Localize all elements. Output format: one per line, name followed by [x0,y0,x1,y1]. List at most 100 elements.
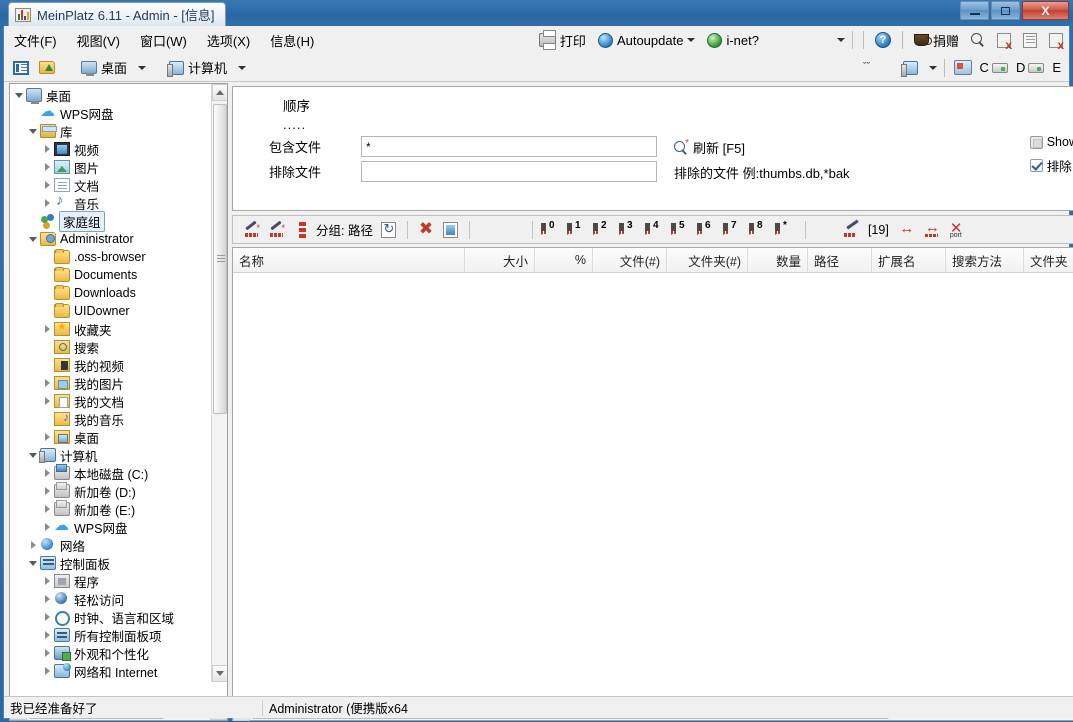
menu-window[interactable]: 窗口(W) [130,27,197,54]
tree-expander-icon[interactable] [42,378,53,389]
tree-item[interactable]: 计算机 [10,446,213,464]
tree-expander-icon[interactable] [42,576,53,587]
tree-item[interactable]: 外观和个性化 [10,644,213,662]
tree-item[interactable]: 我的音乐 [10,410,213,428]
tree-item[interactable]: 我的文档 [10,392,213,410]
delete-button[interactable]: ✖ [415,219,437,241]
grid-column-header[interactable]: 文件夹(#) [667,248,748,272]
tree-item[interactable]: 网络 [10,536,213,554]
tree-item[interactable]: WPS网盘 [10,102,213,122]
regroup-button[interactable] [378,219,400,241]
tree-item[interactable]: 轻松访问 [10,590,213,608]
tree-expander-icon[interactable] [42,630,53,641]
tree-expander-icon[interactable] [28,126,39,137]
grid-column-header[interactable]: 数量 [748,248,808,272]
toolbar-overflow-button[interactable]: ˇˇ [856,57,878,79]
tree-expander-icon[interactable] [42,162,53,173]
menu-info[interactable]: 信息(H) [260,27,324,54]
tree-item[interactable]: UIDowner [10,302,213,320]
tree-item[interactable]: 收藏夹 [10,320,213,338]
grid-column-header[interactable]: 文件夹 [1024,248,1073,272]
computer-selector[interactable] [896,58,925,78]
tree-expander-icon[interactable] [42,612,53,623]
tree-item[interactable]: 程序 [10,572,213,590]
level-button-3[interactable]: 3 [618,220,642,240]
scan-button[interactable]: * [241,219,263,241]
grid-column-header[interactable]: 搜索方法 [946,248,1024,272]
computer-chevron-down-icon[interactable] [238,65,247,70]
level-button-7[interactable]: 7 [722,220,746,240]
tree-item[interactable]: 桌面 [10,428,213,446]
print-button[interactable]: 打印 [535,29,590,52]
level-button-0[interactable]: 0 [540,220,564,240]
expand-columns-button[interactable]: ↔ [896,219,918,241]
level-button-2[interactable]: 2 [592,220,616,240]
menu-view[interactable]: 视图(V) [67,27,130,54]
exclude-checkbox[interactable] [1029,159,1043,172]
tree-item[interactable]: 我的图片 [10,374,213,392]
tree-expander-icon[interactable] [42,666,53,677]
tree-item[interactable]: .oss-browser [10,248,213,266]
inet-chevron-down-icon[interactable] [836,38,845,42]
menu-file[interactable]: 文件(F) [4,27,67,54]
donate-button[interactable]: 捐赠 [910,29,963,52]
tree-expander-icon[interactable] [42,594,53,605]
tree-expander-icon[interactable] [28,540,39,551]
grid-column-header[interactable]: 文件(#) [593,248,667,272]
rescan-button[interactable]: * [266,219,288,241]
drive-e-item[interactable]: E [1050,60,1063,75]
tree-item[interactable]: 控制面板 [10,554,213,572]
tree-expander-icon[interactable] [42,522,53,533]
tree-item[interactable]: 本地磁盘 (C:) [10,464,213,482]
tree-expander-icon[interactable] [28,234,39,245]
exclude-files-input[interactable] [361,161,657,182]
autoupdate-button[interactable]: Autoupdate [594,31,700,50]
desktop-chevron-down-icon[interactable] [138,65,147,70]
tree-expander-icon[interactable] [14,90,25,101]
tree-expander-icon[interactable] [42,396,53,407]
tree-item[interactable]: Documents [10,266,213,284]
breadcrumb-desktop[interactable]: 桌面 [74,55,134,80]
parent-folder-button[interactable] [36,57,58,79]
tree-item[interactable]: 所有控制面板项 [10,626,213,644]
include-files-input[interactable] [361,136,657,157]
tree-expander-icon[interactable] [42,432,53,443]
tree-item[interactable]: 视频 [10,140,213,158]
tree-expander-icon[interactable] [42,180,53,191]
show-checkbox[interactable] [1029,135,1043,149]
tree-expander-icon[interactable] [42,468,53,479]
exclude-checkbox-row[interactable]: 排除 [1029,156,1073,175]
fit-columns-button[interactable] [921,219,943,241]
tree-item[interactable]: Downloads [10,284,213,302]
tree-expander-icon[interactable] [42,144,53,155]
magic-scan-button[interactable] [842,219,864,241]
close-doc-button[interactable] [993,31,1015,51]
chevron-down-icon[interactable] [687,38,696,42]
cancel-export-button[interactable]: port [946,219,968,241]
level-button-8[interactable]: 8 [748,220,772,240]
tree-item[interactable]: 图片 [10,158,213,176]
refresh-button[interactable]: * 刷新 [F5] [674,138,745,157]
close-button[interactable]: X [1022,1,1069,20]
grid-body[interactable] [233,273,1073,703]
tree-expander-icon[interactable] [28,450,39,461]
drive-c-item[interactable]: C [978,60,1010,75]
help-button[interactable]: ? [871,30,895,50]
all-drives-button[interactable] [952,57,974,79]
grid-column-header[interactable]: 名称 [233,248,465,272]
grid-column-header[interactable]: % [535,248,593,272]
tree-expander-icon[interactable] [42,486,53,497]
tree-expander-icon[interactable] [42,198,53,209]
tree-item[interactable]: 网络和 Internet [10,662,213,680]
search-button[interactable] [967,31,989,49]
tree-item[interactable]: 新加卷 (D:) [10,482,213,500]
tree-expander-icon[interactable] [28,558,39,569]
tree-item[interactable]: 库 [10,122,213,140]
grid-column-header[interactable]: 大小 [465,248,535,272]
tree-expander-icon[interactable] [42,504,53,515]
bars-button[interactable] [291,219,313,241]
grid-column-header[interactable]: 扩展名 [872,248,946,272]
folder-tree[interactable]: 桌面WPS网盘库视频图片文档音乐家庭组Administrator.oss-bro… [10,84,213,682]
tree-scroll-up-button[interactable] [212,84,227,101]
tree-expander-icon[interactable] [42,324,53,335]
